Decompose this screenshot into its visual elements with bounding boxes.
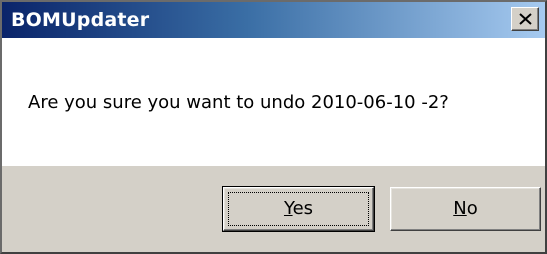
dialog-title: BOMUpdater [11,9,150,31]
close-button[interactable] [511,7,539,31]
no-mnemonic: N [453,198,467,219]
button-bar: Yes No [2,166,545,252]
message-area: Are you sure you want to undo 2010-06-10… [2,38,545,166]
no-button[interactable]: No [390,187,541,231]
no-label-rest: o [466,198,478,219]
close-x-icon [519,13,532,25]
confirmation-message: Are you sure you want to undo 2010-06-10… [28,92,449,113]
title-bar[interactable]: BOMUpdater [2,2,545,38]
yes-button[interactable]: Yes [222,186,375,232]
focus-ring [228,192,369,226]
confirm-dialog: BOMUpdater Are you sure you want to undo… [0,0,547,254]
